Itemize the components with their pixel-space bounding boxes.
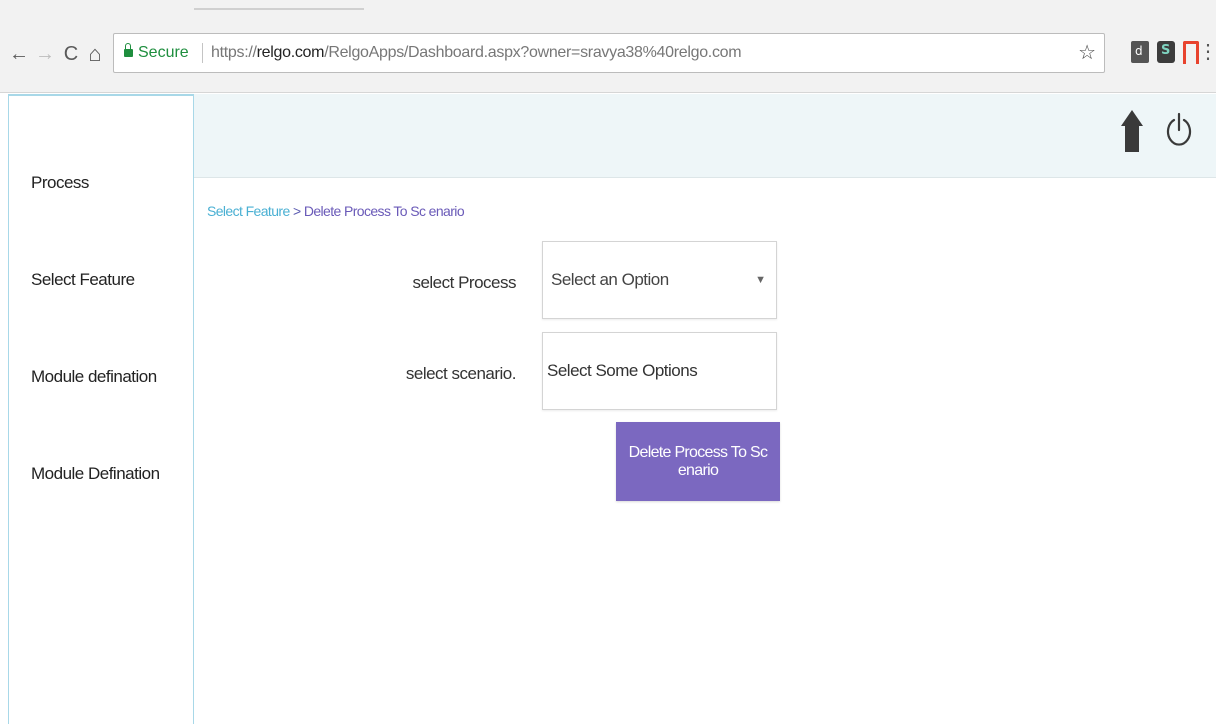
browser-menu-icon[interactable]: ⋮ <box>1198 38 1216 66</box>
select-process-label: select Process <box>412 273 516 292</box>
select-process-dropdown[interactable]: Select an Option ▼ <box>542 241 777 319</box>
browser-tab[interactable] <box>194 0 364 10</box>
extension-bag-icon[interactable] <box>1131 41 1149 63</box>
extension-red-icon[interactable] <box>1183 41 1199 64</box>
app-header <box>194 94 1216 178</box>
url-scheme: https:// <box>211 44 257 61</box>
breadcrumb-separator: > <box>289 203 304 219</box>
browser-toolbar: ← → C ⌂ Secure https://relgo.com/RelgoAp… <box>0 10 1216 93</box>
breadcrumb: Select Feature > Delete Process To Sc en… <box>207 203 465 219</box>
select-process-value: Select an Option <box>551 270 669 289</box>
caret-down-icon: ▼ <box>755 274 766 286</box>
extension-s-icon[interactable] <box>1157 41 1175 63</box>
sidebar-item-select-feature[interactable]: Select Feature <box>31 270 135 290</box>
back-icon[interactable]: ← <box>8 40 30 68</box>
sidebar: Process Select Feature Module defination… <box>8 94 194 724</box>
secure-label: Secure <box>138 44 189 61</box>
breadcrumb-current: Delete Process To Sc enario <box>303 203 465 219</box>
tab-strip <box>0 0 1216 10</box>
lock-icon <box>124 43 133 58</box>
sidebar-item-module-defination-2[interactable]: Module Defination <box>31 464 160 484</box>
power-icon[interactable] <box>1166 110 1192 150</box>
home-icon[interactable] <box>1120 108 1144 154</box>
breadcrumb-link-select-feature[interactable]: Select Feature <box>207 203 290 219</box>
url-path: /RelgoApps/Dashboard.aspx?owner=sravya38… <box>324 44 742 61</box>
url-text[interactable]: https://relgo.com/RelgoApps/Dashboard.as… <box>211 34 742 72</box>
select-scenario-label: select scenario. <box>405 364 517 383</box>
address-bar[interactable]: Secure https://relgo.com/RelgoApps/Dashb… <box>113 33 1105 73</box>
select-scenario-multiselect[interactable]: Select Some Options <box>542 332 777 410</box>
url-host: relgo.com <box>256 44 325 61</box>
select-scenario-placeholder: Select Some Options <box>547 361 698 380</box>
bookmark-star-icon[interactable]: ☆ <box>1078 34 1096 72</box>
browser-home-icon[interactable]: ⌂ <box>84 40 106 68</box>
sidebar-item-process[interactable]: Process <box>31 173 89 193</box>
delete-process-to-scenario-button[interactable]: Delete Process To Sc enario <box>616 422 780 501</box>
forward-icon[interactable]: → <box>34 40 56 68</box>
reload-icon[interactable]: C <box>60 40 82 68</box>
sidebar-item-module-defination[interactable]: Module defination <box>31 367 157 387</box>
address-divider <box>202 43 203 63</box>
